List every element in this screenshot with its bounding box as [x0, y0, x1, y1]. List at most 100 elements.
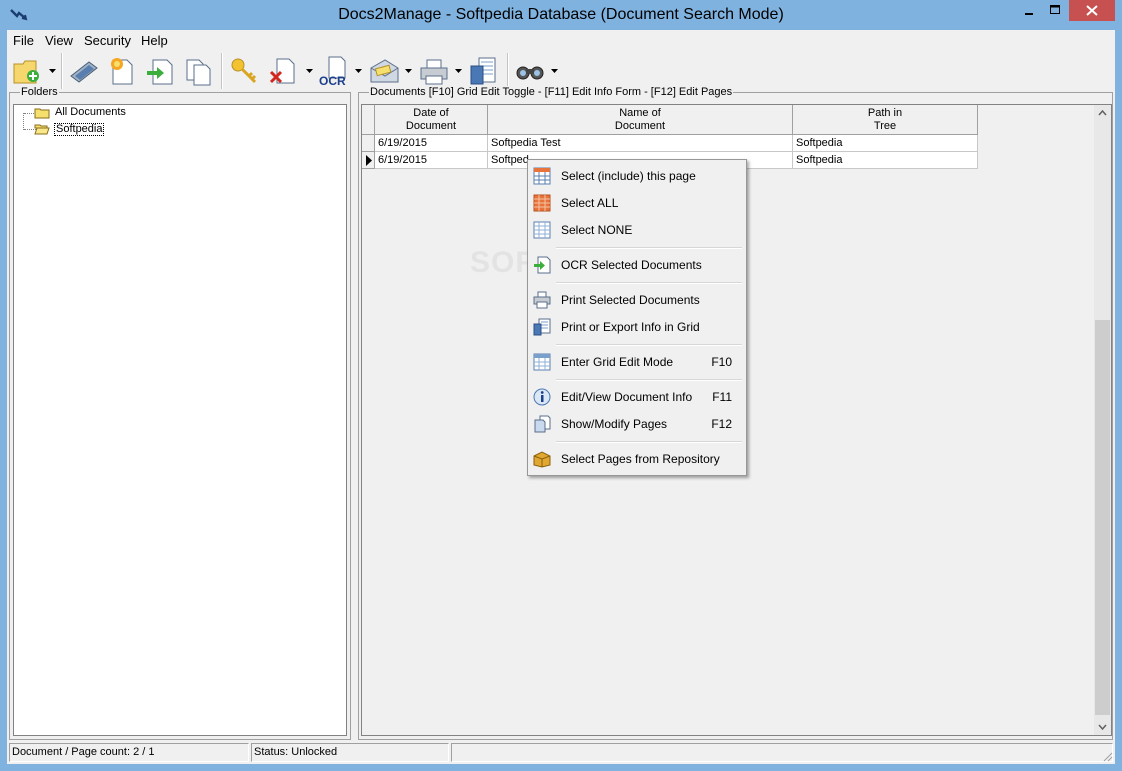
menu-file[interactable]: File [13, 33, 34, 48]
table-cell-path[interactable]: Softpedia [793, 152, 978, 169]
security-key-button[interactable] [227, 54, 261, 88]
chevron-down-icon[interactable] [551, 69, 558, 74]
menu-item-select-page[interactable]: Select (include) this page [530, 164, 744, 188]
copy-pages-button[interactable] [181, 54, 215, 88]
ocr-label: OCR [319, 74, 346, 88]
menu-item-label: Select Pages from Repository [561, 452, 720, 466]
chevron-down-icon[interactable] [355, 69, 362, 74]
menu-security[interactable]: Security [84, 33, 131, 48]
row-indicator-current[interactable] [362, 152, 375, 169]
maximize-button[interactable] [1042, 0, 1068, 21]
status-bar: Document / Page count: 2 / 1 Status: Unl… [7, 740, 1115, 764]
ocr-icon: OCR [319, 56, 346, 88]
grid-select-icon [533, 167, 551, 185]
menu-item-modify-pages[interactable]: Show/Modify Pages F12 [530, 412, 744, 436]
menu-item-repository-pages[interactable]: Select Pages from Repository [530, 447, 744, 471]
new-folder-icon [13, 60, 39, 84]
scroll-down-button[interactable] [1094, 718, 1111, 735]
menu-item-document-info[interactable]: Edit/View Document Info F11 [530, 385, 744, 409]
menu-separator [556, 282, 742, 284]
menu-item-label: Edit/View Document Info [561, 390, 693, 404]
current-row-arrow-icon [366, 155, 372, 166]
column-header-path-line2: Tree [873, 120, 897, 132]
minimize-button[interactable] [1016, 0, 1042, 21]
chevron-down-icon[interactable] [306, 69, 313, 74]
menu-separator [556, 344, 742, 346]
tree-item-all-documents[interactable]: All Documents [54, 106, 127, 119]
table-cell-path[interactable]: Softpedia [793, 135, 978, 152]
menu-help[interactable]: Help [141, 33, 168, 48]
ocr-button[interactable]: OCR [317, 54, 351, 88]
menu-item-shortcut: F11 [712, 390, 732, 404]
folders-panel: Folders All Documents Softpedia [9, 86, 351, 740]
folder-tree[interactable]: All Documents Softpedia [13, 104, 347, 736]
status-extra [451, 743, 1113, 762]
app-window: Docs2Manage - Softpedia Database (Docume… [0, 0, 1122, 771]
folder-closed-icon [34, 108, 50, 119]
scanner-icon [70, 61, 98, 83]
pages-icon [534, 415, 551, 433]
printer-icon [533, 291, 551, 309]
vertical-scrollbar[interactable] [1094, 105, 1111, 735]
menu-item-label: Enter Grid Edit Mode [561, 355, 674, 369]
menu-item-select-none[interactable]: Select NONE [530, 218, 744, 242]
new-document-button[interactable] [105, 54, 139, 88]
menu-view[interactable]: View [45, 33, 73, 48]
scroll-up-button[interactable] [1094, 105, 1111, 122]
column-header-name-line2: Document [614, 120, 666, 132]
column-header-date[interactable]: Date of Document [375, 105, 488, 135]
menu-item-label: Select ALL [561, 196, 619, 210]
copy-pages-icon [186, 59, 211, 86]
import-button[interactable] [143, 54, 177, 88]
toolbar-separator [507, 53, 509, 89]
menu-separator [556, 247, 742, 249]
chevron-down-icon[interactable] [49, 69, 56, 74]
table-cell-date[interactable]: 6/19/2015 [375, 152, 488, 169]
row-indicator[interactable] [362, 135, 375, 152]
toolbar-separator [61, 53, 63, 89]
column-header-path-line1: Path in [867, 107, 903, 119]
column-header-date-line2: Document [405, 120, 457, 132]
search-binoculars-icon [516, 66, 544, 80]
column-header-path[interactable]: Path in Tree [793, 105, 978, 135]
column-header-date-line1: Date of [413, 107, 449, 119]
repository-box-icon [533, 451, 551, 468]
email-icon [370, 59, 399, 83]
chevron-down-icon[interactable] [405, 69, 412, 74]
search-button[interactable] [513, 54, 547, 88]
new-folder-button[interactable] [11, 54, 45, 88]
table-cell-name[interactable]: Softpedia Test [488, 135, 793, 152]
menu-item-label: Select (include) this page [561, 169, 696, 183]
title-bar[interactable]: Docs2Manage - Softpedia Database (Docume… [0, 0, 1122, 30]
grid-edit-icon [533, 353, 551, 371]
close-button[interactable] [1069, 0, 1115, 21]
email-button[interactable] [367, 54, 401, 88]
grid-select-none-icon [533, 221, 551, 239]
chevron-up-icon [1098, 109, 1107, 116]
menu-item-label: OCR Selected Documents [561, 258, 702, 272]
table-cell-date[interactable]: 6/19/2015 [375, 135, 488, 152]
grid-corner-header [362, 105, 375, 135]
menu-bar: File View Security Help [7, 30, 1115, 50]
menu-item-print-export-grid[interactable]: Print or Export Info in Grid [530, 315, 744, 339]
scan-button[interactable] [67, 54, 101, 88]
menu-item-grid-edit-mode[interactable]: Enter Grid Edit Mode F10 [530, 350, 744, 374]
menu-item-shortcut: F12 [711, 417, 732, 431]
scrollbar-thumb[interactable] [1095, 320, 1110, 715]
menu-item-select-all[interactable]: Select ALL [530, 191, 744, 215]
menu-item-ocr-documents[interactable]: OCR Selected Documents [530, 253, 744, 277]
menu-item-print-documents[interactable]: Print Selected Documents [530, 288, 744, 312]
chevron-down-icon[interactable] [455, 69, 462, 74]
context-menu: Select (include) this page Select ALL Se… [527, 159, 747, 476]
resize-grip-icon[interactable] [1101, 750, 1113, 762]
maximize-icon [1050, 5, 1060, 14]
column-header-name-line1: Name of [619, 107, 661, 119]
export-button[interactable] [467, 54, 501, 88]
print-button[interactable] [417, 54, 451, 88]
status-document-count: Document / Page count: 2 / 1 [9, 743, 249, 762]
tree-item-softpedia[interactable]: Softpedia [54, 123, 105, 136]
tree-connector [23, 113, 24, 130]
info-icon [533, 388, 551, 406]
column-header-name[interactable]: Name of Document [488, 105, 793, 135]
delete-document-button[interactable] [267, 54, 301, 88]
